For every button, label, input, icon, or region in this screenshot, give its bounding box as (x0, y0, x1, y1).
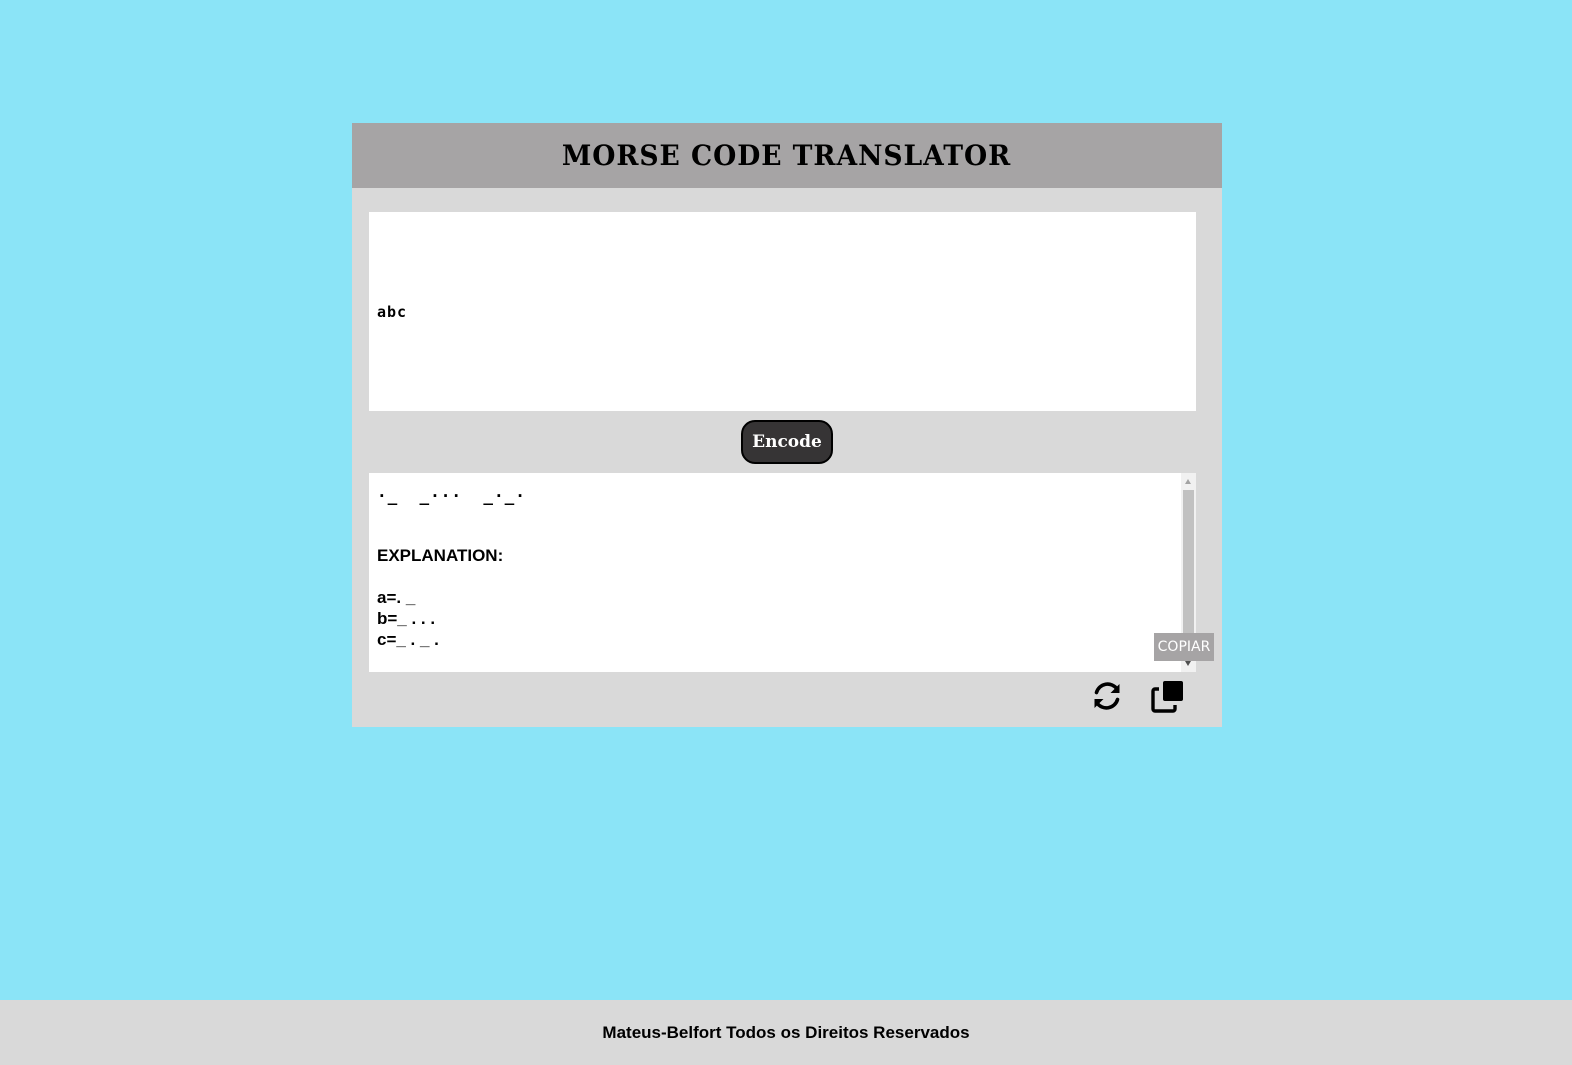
card-header: MORSE CODE TRANSLATOR (352, 123, 1222, 188)
input-value: abc (377, 302, 408, 321)
copy-tooltip: COPIAR (1154, 633, 1214, 661)
copy-button[interactable] (1151, 679, 1185, 713)
explanation-list: a=. _ b=_ . . . c=_ . _ . (377, 587, 1176, 650)
output-area[interactable]: ·_ _··· _·_· EXPLANATION: a=. _ b=_ . . … (369, 473, 1196, 672)
page-title: MORSE CODE TRANSLATOR (562, 139, 1012, 172)
copy-icon (1151, 681, 1183, 713)
morse-output: ·_ _··· _·_· (377, 486, 526, 505)
encode-button[interactable]: Encode (741, 420, 833, 464)
footer-text: Mateus-Belfort Todos os Direitos Reserva… (602, 1022, 970, 1042)
explanation-item: a=. _ (377, 588, 416, 607)
translator-card: MORSE CODE TRANSLATOR abc Encode ·_ _···… (352, 123, 1222, 727)
scroll-up-arrow-icon[interactable] (1185, 479, 1191, 484)
scroll-down-arrow-icon[interactable] (1185, 661, 1191, 666)
explanation-title: EXPLANATION: (377, 546, 504, 565)
refresh-icon (1094, 682, 1120, 710)
refresh-button[interactable] (1090, 679, 1124, 713)
footer: Mateus-Belfort Todos os Direitos Reserva… (0, 1000, 1572, 1065)
page: MORSE CODE TRANSLATOR abc Encode ·_ _···… (0, 0, 1572, 1065)
explanation-item: b=_ . . . (377, 609, 436, 628)
text-input[interactable]: abc (369, 212, 1196, 411)
output-content: ·_ _··· _·_· EXPLANATION: a=. _ b=_ . . … (377, 485, 1176, 650)
scroll-thumb[interactable] (1183, 490, 1194, 655)
explanation-item: c=_ . _ . (377, 630, 439, 649)
